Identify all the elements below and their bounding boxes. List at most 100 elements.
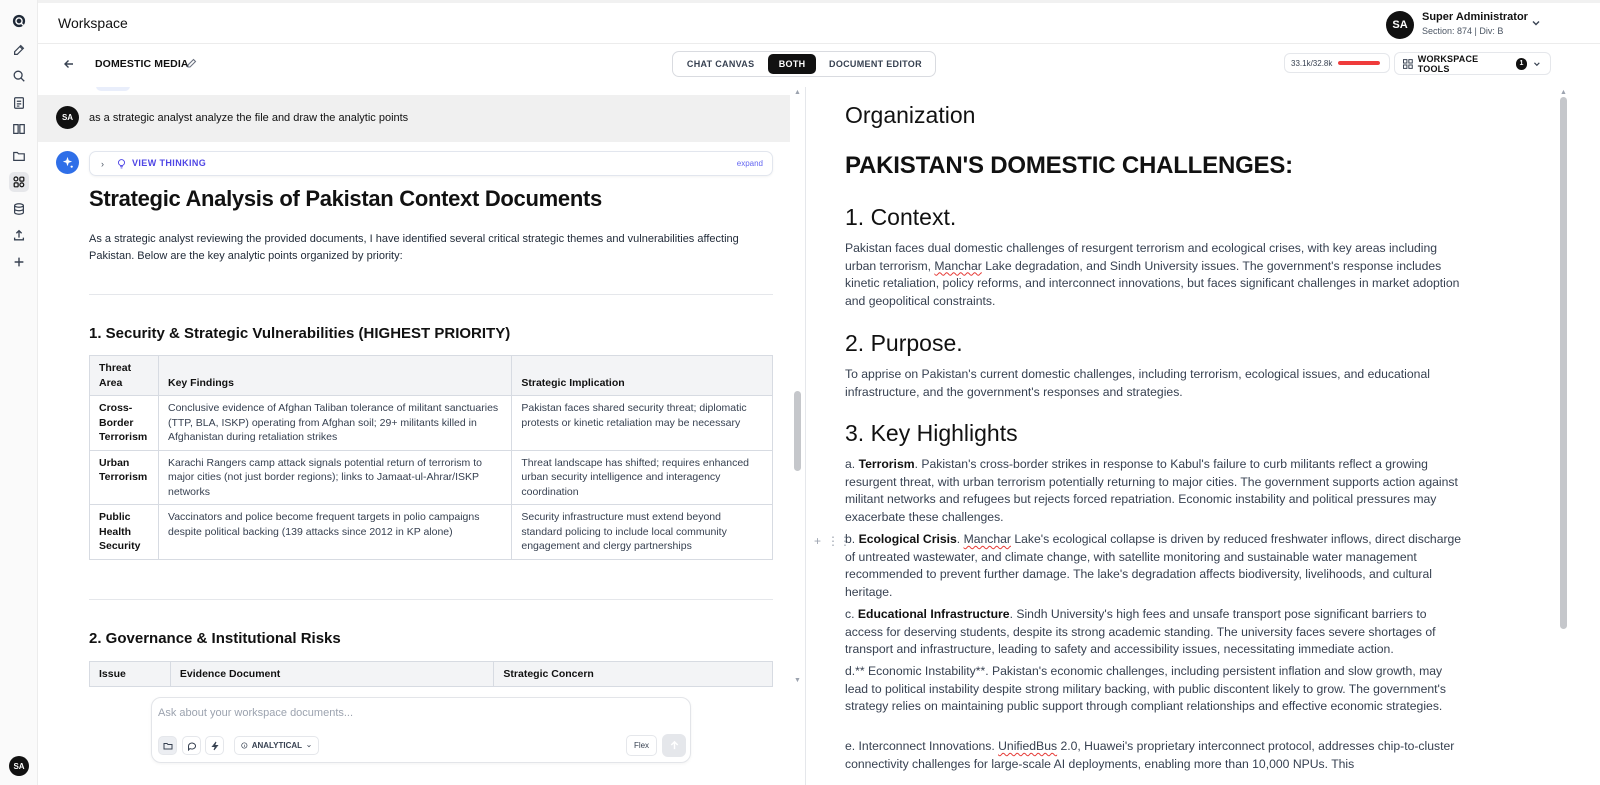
highlight-economic[interactable]: d.** Economic Instability**. Pakistan's … xyxy=(845,663,1465,716)
folder-icon[interactable] xyxy=(9,146,29,166)
scroll-up-arrow-icon[interactable]: ▲ xyxy=(1560,89,1567,96)
user-avatar[interactable]: SA xyxy=(1386,11,1414,39)
assistant-sparkle-icon xyxy=(56,151,79,174)
analysis-mode-label: ANALYTICAL xyxy=(251,741,303,750)
quick-action-button[interactable] xyxy=(205,736,224,755)
search-icon[interactable] xyxy=(9,66,29,86)
highlight-interconnect[interactable]: e. Interconnect Innovations. UnifiedBus … xyxy=(845,738,1465,773)
section-heading: 2. Governance & Institutional Risks xyxy=(89,630,341,647)
chat-scrollbar-thumb[interactable] xyxy=(794,391,801,471)
new-chat-icon[interactable] xyxy=(9,40,29,60)
divider xyxy=(89,294,773,295)
spelling-error[interactable]: Manchar xyxy=(934,259,981,273)
view-thinking-label[interactable]: VIEW THINKING xyxy=(132,158,206,168)
view-thinking-panel[interactable]: › VIEW THINKING expand xyxy=(89,151,773,176)
database-icon[interactable] xyxy=(9,199,29,219)
tab-document-editor[interactable]: DOCUMENT EDITOR xyxy=(818,54,933,74)
user-message: SA as a strategic analyst analyze the fi… xyxy=(38,95,790,142)
library-icon[interactable] xyxy=(9,119,29,139)
lightbulb-icon xyxy=(118,159,125,169)
risks-table: Issue Evidence Document Strategic Concer… xyxy=(89,661,773,687)
view-switcher: CHAT CANVAS BOTH DOCUMENT EDITOR xyxy=(672,51,936,77)
document-scrollbar[interactable]: ▲ xyxy=(1558,87,1570,785)
grid-icon xyxy=(1403,58,1413,69)
message-avatar: SA xyxy=(56,106,79,129)
spelling-error[interactable]: Manchar xyxy=(964,532,1011,546)
context-heading[interactable]: 1. Context. xyxy=(845,204,956,231)
highlight-text: . Pakistan's cross-border strikes in res… xyxy=(845,457,1458,524)
highlight-title: Terrorism xyxy=(858,457,915,471)
workspace-toolbar: DOMESTIC MEDIA CHAT CANVAS BOTH DOCUMENT… xyxy=(38,44,1600,87)
context-paragraph[interactable]: Pakistan faces dual domestic challenges … xyxy=(845,240,1465,310)
chevron-right-icon[interactable]: › xyxy=(101,159,104,169)
divider xyxy=(89,599,773,600)
table-row: Public Health Security Vaccinators and p… xyxy=(89,504,773,560)
workspace-tools-label: WORKSPACE TOOLS xyxy=(1417,53,1479,74)
rail-user-avatar[interactable]: SA xyxy=(9,756,29,776)
document-editor[interactable]: Organization PAKISTAN'S DOMESTIC CHALLEN… xyxy=(806,87,1600,785)
document-title[interactable]: PAKISTAN'S DOMESTIC CHALLENGES: xyxy=(845,152,1293,180)
chevron-down-icon[interactable] xyxy=(1530,17,1542,29)
table-header: Evidence Document xyxy=(169,661,495,687)
threats-table: Threat Area Key Findings Strategic Impli… xyxy=(89,355,773,560)
attach-folder-button[interactable] xyxy=(158,736,177,755)
spelling-error[interactable]: UnifiedBus xyxy=(998,739,1057,753)
scroll-down-arrow-icon[interactable]: ▼ xyxy=(794,677,801,684)
expand-link[interactable]: expand xyxy=(737,159,763,168)
speech-bubble-icon xyxy=(187,742,196,751)
token-usage-label: 33.1k/32.8k xyxy=(1291,58,1333,68)
flex-button[interactable]: Flex xyxy=(626,735,657,756)
table-cell: Karachi Rangers camp attack signals pote… xyxy=(157,449,513,505)
highlight-prefix: c. xyxy=(845,607,858,621)
add-block-icon[interactable]: + xyxy=(814,534,821,548)
analysis-mode-dropdown[interactable]: ANALYTICAL xyxy=(234,736,319,755)
highlight-education[interactable]: c. Educational Infrastructure. Sindh Uni… xyxy=(845,606,1465,659)
back-arrow-icon[interactable] xyxy=(62,57,76,71)
tab-chat-canvas[interactable]: CHAT CANVAS xyxy=(675,54,766,74)
chat-scrollbar[interactable]: ▲ ▼ xyxy=(792,87,804,691)
chat-canvas[interactable]: SA as a strategic analyst analyze the fi… xyxy=(38,87,804,691)
table-row: Urban Terrorism Karachi Rangers camp att… xyxy=(89,449,773,505)
highlight-title: Educational Infrastructure xyxy=(857,607,1010,621)
add-icon[interactable] xyxy=(9,252,29,272)
documents-icon[interactable] xyxy=(9,93,29,113)
highlight-ecological[interactable]: b. Ecological Crisis. Manchar Lake's eco… xyxy=(845,531,1465,601)
response-intro: As a strategic analyst reviewing the pro… xyxy=(89,233,739,262)
send-button[interactable] xyxy=(662,734,686,757)
highlight-prefix: a. xyxy=(845,457,859,471)
token-usage-bar xyxy=(1338,61,1381,65)
arrow-up-icon xyxy=(670,740,678,750)
edit-pencil-icon[interactable] xyxy=(186,57,198,69)
logo-icon[interactable] xyxy=(9,11,29,31)
previous-message-edge xyxy=(96,87,130,91)
table-cell: Cross-Border Terrorism xyxy=(89,395,159,451)
workspace-name: DOMESTIC MEDIA xyxy=(95,58,189,70)
user-message-text: as a strategic analyst analyze the file … xyxy=(89,112,409,124)
tab-both[interactable]: BOTH xyxy=(768,54,816,74)
upload-icon[interactable] xyxy=(9,225,29,245)
highlight-separator: . xyxy=(956,532,964,546)
chat-mode-button[interactable] xyxy=(182,736,201,755)
highlight-title: Ecological Crisis xyxy=(858,532,957,546)
workspace-tools-button[interactable]: WORKSPACE TOOLS 1 xyxy=(1394,52,1551,75)
workspace-apps-icon[interactable] xyxy=(9,172,29,192)
highlights-heading[interactable]: 3. Key Highlights xyxy=(845,420,1018,447)
document-scrollbar-thumb[interactable] xyxy=(1560,97,1567,629)
user-name[interactable]: Super Administrator xyxy=(1422,11,1528,23)
user-section: Section: 874 | Div: B xyxy=(1422,26,1504,36)
purpose-heading[interactable]: 2. Purpose. xyxy=(845,330,963,357)
table-cell: Vaccinators and police become frequent t… xyxy=(157,504,513,560)
chevron-down-icon xyxy=(1534,61,1540,66)
chat-input[interactable] xyxy=(158,707,678,719)
table-cell: Conclusive evidence of Afghan Taliban to… xyxy=(157,395,513,451)
response-heading: Strategic Analysis of Pakistan Context D… xyxy=(89,186,602,211)
table-header: Strategic Concern xyxy=(493,661,773,687)
highlight-terrorism[interactable]: a. Terrorism. Pakistan's cross-border st… xyxy=(845,456,1465,526)
scroll-up-arrow-icon[interactable]: ▲ xyxy=(794,89,801,96)
table-header: Issue xyxy=(89,661,171,687)
section-heading: 1. Security & Strategic Vulnerabilities … xyxy=(89,325,511,342)
highlight-prefix: b. xyxy=(845,532,859,546)
workspace-tools-badge: 1 xyxy=(1515,57,1528,70)
purpose-paragraph[interactable]: To apprise on Pakistan's current domesti… xyxy=(845,366,1465,401)
document-organization[interactable]: Organization xyxy=(845,102,975,129)
